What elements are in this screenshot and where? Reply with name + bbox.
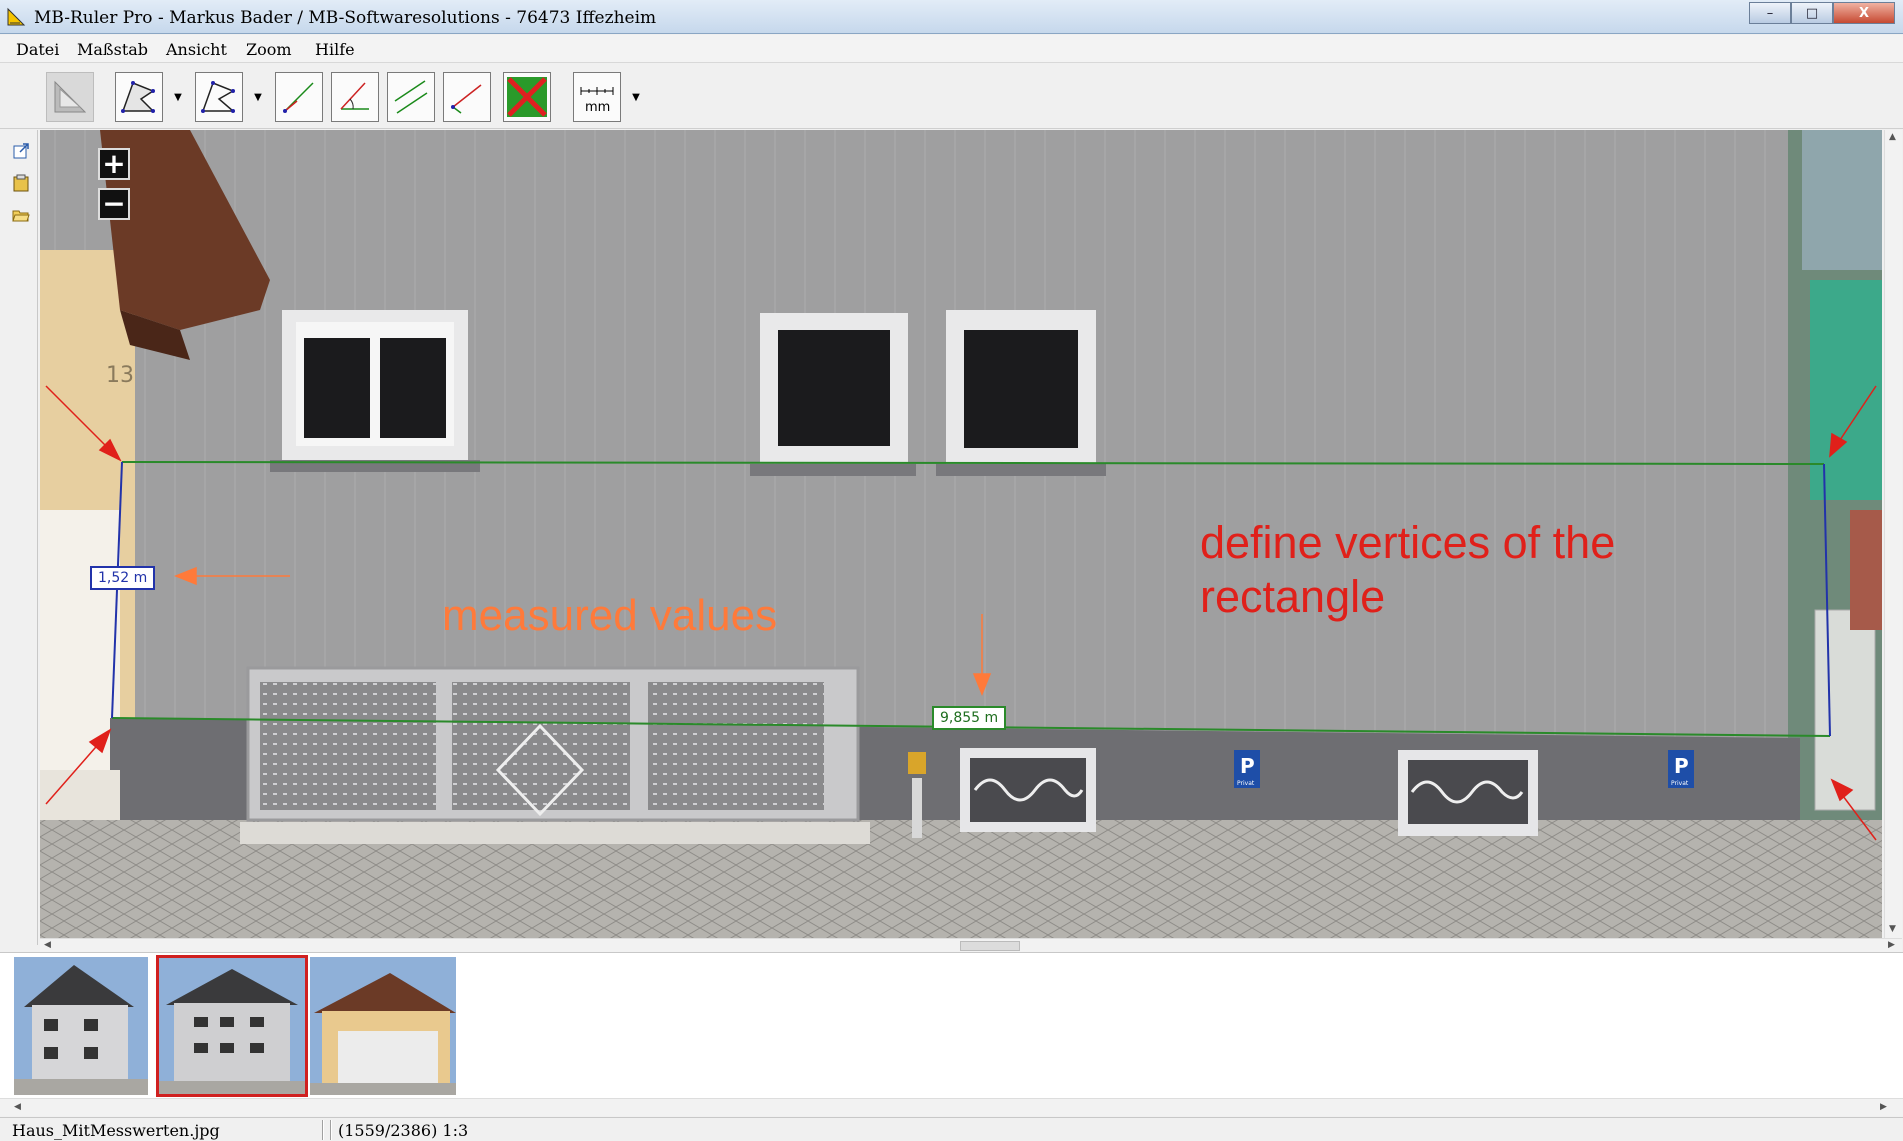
polygon-line-dropdown[interactable]: ▼ xyxy=(251,72,265,122)
scroll-down-icon[interactable]: ▼ xyxy=(1889,924,1896,934)
delete-button[interactable] xyxy=(503,72,551,122)
title-bar: MB-Ruler Pro - Markus Bader / MB-Softwar… xyxy=(0,0,1903,34)
clipboard-button[interactable] xyxy=(10,172,32,194)
polygon-area-dropdown[interactable]: ▼ xyxy=(171,72,185,122)
toolbar: ▼ ▼ mm ▼ xyxy=(0,64,1903,129)
height-measure-label[interactable]: 1,52 m xyxy=(90,566,156,590)
svg-text:P: P xyxy=(1240,754,1255,778)
open-folder-button[interactable] xyxy=(10,204,32,226)
menu-zoom[interactable]: Zoom xyxy=(246,40,292,59)
menu-massstab[interactable]: Maßstab xyxy=(77,40,148,59)
unit-label: mm xyxy=(585,100,610,115)
window-left xyxy=(270,310,480,472)
menu-ansicht[interactable]: Ansicht xyxy=(166,40,227,59)
vertices-annotation-line2: rectangle xyxy=(1200,571,1386,622)
status-bar: Haus_MitMesswerten.jpg (1559/2386) 1:3 xyxy=(0,1117,1903,1141)
zoom-in-button[interactable]: + xyxy=(98,148,130,180)
parallel-lines-icon xyxy=(394,80,428,114)
ruler-unit-icon: mm xyxy=(580,87,614,115)
delete-icon xyxy=(507,77,547,117)
ruler-unit-button[interactable]: mm xyxy=(573,72,621,122)
vertices-annotation-line1: define vertices of the xyxy=(1200,517,1616,568)
polygon-line-icon xyxy=(201,81,236,113)
thumb-scroll-left-icon[interactable]: ◀ xyxy=(14,1102,21,1112)
export-icon xyxy=(13,143,29,159)
open-folder-icon xyxy=(12,210,30,222)
status-separator xyxy=(322,1120,324,1140)
export-button[interactable] xyxy=(10,140,32,162)
polygon-line-button[interactable] xyxy=(195,72,243,122)
svg-text:P: P xyxy=(1674,754,1689,778)
distance-line-icon xyxy=(451,84,482,114)
distance-line-button[interactable] xyxy=(443,72,491,122)
maximize-button[interactable]: □ xyxy=(1791,2,1833,24)
window-right xyxy=(936,310,1106,476)
thumb-scroll-right-icon[interactable]: ▶ xyxy=(1880,1102,1887,1112)
menu-datei[interactable]: Datei xyxy=(16,40,59,59)
polygon-area-icon xyxy=(121,81,155,113)
thumbnail-strip xyxy=(0,952,1903,1098)
measured-values-annotation: measured values xyxy=(442,591,778,640)
angle-button[interactable] xyxy=(331,72,379,122)
status-info: (1559/2386) 1:3 xyxy=(338,1121,469,1140)
perspective-button[interactable] xyxy=(46,72,94,122)
horizontal-scroll-thumb[interactable] xyxy=(960,941,1020,951)
scroll-left-icon[interactable]: ◀ xyxy=(44,940,51,950)
bin-enclosure xyxy=(240,666,870,844)
thumbnail-scrollbar[interactable]: ◀ ▶ xyxy=(0,1098,1903,1116)
side-toolbar xyxy=(0,130,38,945)
app-icon xyxy=(7,7,26,26)
polygon-area-button[interactable] xyxy=(115,72,163,122)
minimize-button[interactable]: – xyxy=(1749,2,1791,24)
menu-bar: Datei Maßstab Ansicht Zoom Hilfe xyxy=(0,35,1903,63)
house-number: 13 xyxy=(106,363,134,388)
parking-sign-right: P Privat xyxy=(1668,750,1694,788)
parking-sign-left: P Privat xyxy=(1234,750,1260,788)
horizontal-scrollbar[interactable]: ◀ ▶ xyxy=(40,938,1902,952)
status-filename: Haus_MitMesswerten.jpg xyxy=(12,1121,220,1140)
image-viewport[interactable]: 13 P Privat P Privat + − 1,52 m 9,855 m … xyxy=(40,130,1882,938)
svg-text:Privat: Privat xyxy=(1671,780,1689,787)
angle-line-icon xyxy=(283,82,314,113)
window-middle xyxy=(750,313,916,476)
house-front-thumbnail[interactable] xyxy=(14,957,148,1095)
width-measure-label[interactable]: 9,855 m xyxy=(932,706,1007,730)
garage-thumbnail[interactable] xyxy=(310,957,456,1095)
parallel-lines-button[interactable] xyxy=(387,72,435,122)
window-title: MB-Ruler Pro - Markus Bader / MB-Softwar… xyxy=(34,8,657,28)
angle-icon xyxy=(340,82,369,110)
scroll-up-icon[interactable]: ▲ xyxy=(1889,132,1896,142)
close-button[interactable]: X xyxy=(1833,2,1895,24)
svg-text:Privat: Privat xyxy=(1237,780,1255,787)
ruler-unit-dropdown[interactable]: ▼ xyxy=(629,72,643,122)
clipboard-icon xyxy=(13,174,29,192)
zoom-out-button[interactable]: − xyxy=(98,188,130,220)
vertical-scrollbar[interactable]: ▲ ▼ xyxy=(1884,130,1902,938)
menu-hilfe[interactable]: Hilfe xyxy=(315,40,355,59)
house-measured-thumbnail[interactable] xyxy=(156,955,308,1097)
status-separator xyxy=(330,1120,332,1140)
scroll-right-icon[interactable]: ▶ xyxy=(1888,940,1895,950)
perspective-icon xyxy=(54,80,87,113)
angle-line-button[interactable] xyxy=(275,72,323,122)
